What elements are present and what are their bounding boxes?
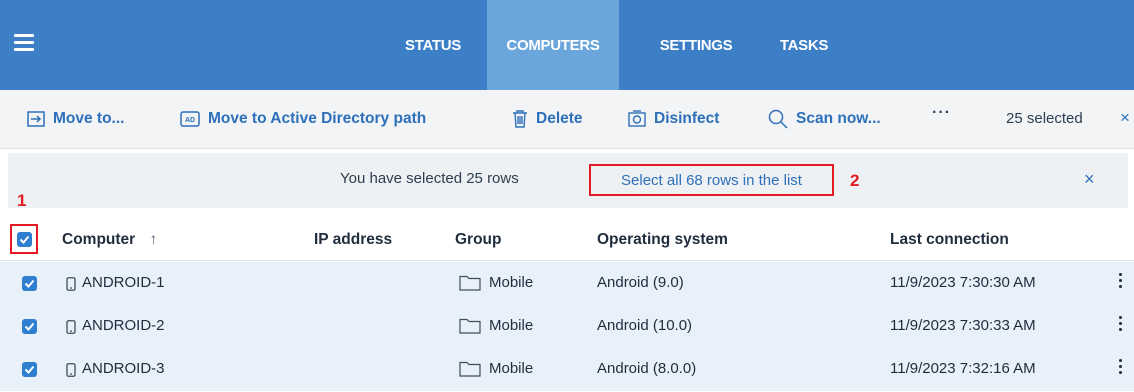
folder-icon	[459, 275, 481, 291]
mobile-device-icon	[66, 277, 76, 291]
row-checkbox[interactable]	[22, 362, 37, 377]
callout-number-1: 1	[17, 191, 27, 210]
callout-number-2: 2	[850, 171, 860, 190]
delete-label: Delete	[536, 110, 583, 127]
column-header-last-connection[interactable]: Last connection	[890, 231, 1009, 249]
operating-system: Android (10.0)	[597, 317, 693, 334]
tab-tasks[interactable]: TASKS	[765, 0, 843, 90]
row-checkbox[interactable]	[22, 319, 37, 334]
column-header-ip-address[interactable]: IP address	[314, 231, 392, 249]
active-directory-icon: AD	[180, 111, 200, 127]
computer-name[interactable]: ANDROID-1	[82, 274, 165, 291]
mobile-device-icon	[66, 320, 76, 334]
select-all-rows-link[interactable]: Select all 68 rows in the list	[589, 164, 834, 196]
folder-icon	[459, 318, 481, 334]
tab-settings[interactable]: SETTINGS	[642, 0, 750, 90]
move-to-ad-path-button[interactable]: AD Move to Active Directory path	[180, 108, 426, 130]
table-row[interactable]: ANDROID-1 Mobile Android (9.0) 11/9/2023…	[0, 262, 1134, 306]
checkmark-icon	[24, 365, 35, 374]
menu-icon[interactable]	[14, 34, 34, 52]
banner-close-icon[interactable]: ×	[1084, 169, 1095, 190]
scan-now-button[interactable]: Scan now...	[768, 108, 881, 130]
row-checkbox[interactable]	[22, 276, 37, 291]
row-more-options-icon[interactable]	[1118, 273, 1124, 291]
row-more-options-icon[interactable]	[1118, 359, 1124, 377]
column-header-computer[interactable]: Computer ↑	[62, 231, 157, 249]
row-more-options-icon[interactable]	[1118, 316, 1124, 334]
last-connection: 11/9/2023 7:32:16 AM	[890, 360, 1036, 377]
column-header-operating-system[interactable]: Operating system	[597, 231, 728, 249]
tab-status[interactable]: STATUS	[388, 0, 478, 90]
operating-system: Android (8.0.0)	[597, 360, 697, 377]
selected-count: 25 selected	[1006, 110, 1083, 127]
tab-computers[interactable]: COMPUTERS	[487, 0, 619, 90]
select-all-checkbox[interactable]	[17, 232, 32, 247]
move-to-button[interactable]: Move to...	[27, 108, 124, 130]
group-name: Mobile	[489, 360, 534, 377]
move-to-ad-path-label: Move to Active Directory path	[208, 110, 427, 127]
column-header-group[interactable]: Group	[455, 231, 502, 249]
last-connection: 11/9/2023 7:30:33 AM	[890, 317, 1036, 334]
table-row[interactable]: ANDROID-3 Mobile Android (8.0.0) 11/9/20…	[0, 348, 1134, 392]
top-navigation-bar: STATUS COMPUTERS SETTINGS TASKS	[0, 0, 1134, 90]
folder-icon	[459, 361, 481, 377]
operating-system: Android (9.0)	[597, 274, 684, 291]
checkmark-icon	[19, 235, 30, 244]
table-header: Computer ↑ IP address Group Operating sy…	[0, 220, 1134, 261]
checkmark-icon	[24, 322, 35, 331]
sort-ascending-icon[interactable]: ↑	[150, 231, 158, 248]
delete-button[interactable]: Delete	[512, 108, 583, 130]
move-to-icon	[27, 111, 45, 127]
mobile-device-icon	[66, 363, 76, 377]
computer-name[interactable]: ANDROID-3	[82, 360, 165, 377]
more-actions-button[interactable]: ···	[932, 104, 951, 122]
computer-name[interactable]: ANDROID-2	[82, 317, 165, 334]
group-name: Mobile	[489, 317, 534, 334]
action-toolbar: Move to... AD Move to Active Directory p…	[0, 90, 1134, 149]
column-header-computer-label: Computer	[62, 231, 136, 248]
svg-text:AD: AD	[185, 117, 195, 124]
trash-icon	[513, 110, 527, 128]
table-row[interactable]: ANDROID-2 Mobile Android (10.0) 11/9/202…	[0, 305, 1134, 349]
scan-now-label: Scan now...	[796, 110, 881, 127]
checkmark-icon	[24, 279, 35, 288]
disinfect-icon	[628, 110, 646, 127]
group-name: Mobile	[489, 274, 534, 291]
selection-banner-text: You have selected 25 rows	[340, 170, 519, 187]
move-to-label: Move to...	[53, 110, 125, 127]
disinfect-label: Disinfect	[654, 110, 720, 127]
clear-selection-close-icon[interactable]: ×	[1120, 108, 1130, 128]
last-connection: 11/9/2023 7:30:30 AM	[890, 274, 1036, 291]
disinfect-button[interactable]: Disinfect	[628, 108, 719, 130]
selection-banner: You have selected 25 rows Select all 68 …	[8, 153, 1128, 208]
search-icon	[768, 109, 788, 129]
